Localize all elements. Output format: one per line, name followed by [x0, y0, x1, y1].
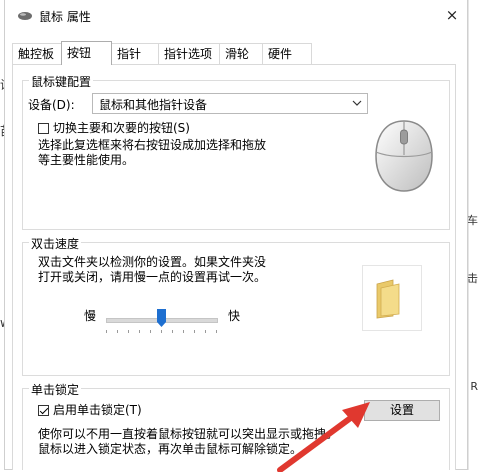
tab-buttons[interactable]: 按钮 — [61, 41, 112, 65]
folder-icon — [376, 279, 400, 319]
slider-tick — [172, 330, 173, 333]
slider-tick — [117, 330, 118, 333]
device-select-value: 鼠标和其他指针设备 — [99, 98, 208, 112]
click-lock-settings-button[interactable]: 设置 — [364, 400, 440, 421]
slider-tick — [139, 330, 140, 333]
fast-label: 快 — [228, 309, 241, 323]
click-lock-description: 鼠标以进入锁定状态，再次单击鼠标可解除锁定。 — [38, 442, 303, 456]
title-bar[interactable]: 鼠标 属性 × — [5, 0, 467, 32]
test-folder-image[interactable] — [362, 265, 422, 331]
slider-tick — [205, 330, 206, 333]
background-window-right: 车 击 R — [467, 0, 479, 470]
mouse-image — [375, 120, 433, 192]
device-label: 设备(D): — [28, 98, 75, 112]
device-select[interactable]: 鼠标和其他指针设备 — [92, 93, 368, 114]
swap-buttons-label[interactable]: 切换主要和次要的按钮(S) — [53, 120, 190, 136]
tab-pointers[interactable]: 指针 — [111, 43, 159, 64]
slider-tick — [128, 330, 129, 333]
background-text: 车 — [467, 214, 478, 227]
group-legend: 鼠标键配置 — [29, 73, 94, 90]
slow-label: 慢 — [84, 309, 97, 323]
tab-pointer-options[interactable]: 指针选项 — [158, 43, 220, 64]
background-text: 击 — [467, 272, 478, 285]
group-legend: 双击速度 — [29, 235, 82, 252]
tab-touchpad[interactable]: 触控板 — [12, 43, 62, 64]
slider-tick — [183, 330, 184, 333]
slider-tick — [106, 330, 107, 333]
click-lock-description: 使你可以不用一直按着鼠标按钮就可以突出显示或拖拽。 — [38, 427, 339, 441]
close-button[interactable]: × — [441, 4, 463, 26]
double-click-speed-slider-thumb[interactable] — [157, 309, 166, 327]
slider-tick — [194, 330, 195, 333]
tab-wheel[interactable]: 滑轮 — [219, 43, 263, 64]
group-legend: 单击锁定 — [29, 381, 82, 398]
slider-ticks — [106, 330, 217, 334]
mouse-icon — [18, 12, 32, 20]
enable-click-lock-label[interactable]: 启用单击锁定(T) — [53, 402, 142, 418]
chevron-down-icon — [352, 100, 362, 106]
background-text: R — [470, 380, 478, 393]
slider-tick — [161, 330, 162, 333]
tab-hardware[interactable]: 硬件 — [262, 43, 312, 64]
double-click-description: 双击文件夹以检测你的设置。如果文件夹没 — [38, 255, 267, 269]
button-config-description: 等主要性能使用。 — [38, 153, 135, 167]
swap-buttons-checkbox[interactable] — [38, 123, 49, 134]
window-title: 鼠标 属性 — [39, 10, 91, 24]
double-click-description: 打开或关闭，请用慢一点的设置再试一次。 — [38, 270, 267, 284]
slider-tick — [150, 330, 151, 333]
enable-click-lock-checkbox[interactable] — [38, 405, 49, 416]
slider-tick — [216, 330, 217, 333]
button-config-description: 选择此复选框来将右按钮设成加选择和拖放 — [38, 138, 267, 152]
